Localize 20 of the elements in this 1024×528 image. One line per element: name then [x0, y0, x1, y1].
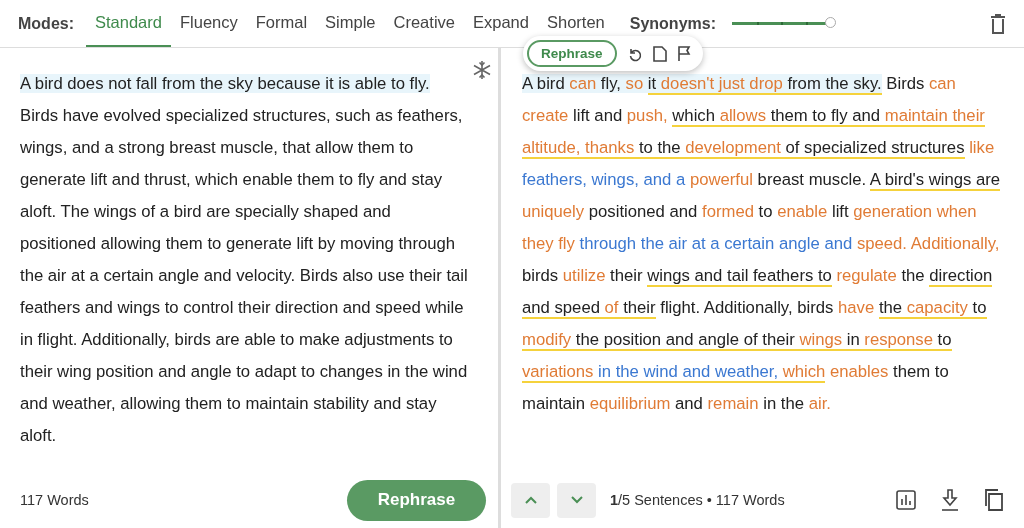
mode-tab[interactable]: Simple	[316, 0, 385, 47]
mode-tab[interactable]: Fluency	[170, 0, 247, 47]
chevron-down-icon	[570, 496, 583, 504]
rephrase-sentence-button[interactable]: Rephrase	[527, 40, 617, 67]
input-text[interactable]: A bird does not fall from the sky because it is able to fly. Birds have evolved specialized structures, such as feathers, wings, and a strong breast muscle, that allow them to generate lift and thrust, which enable them to fly and stay aloft. The wings of a bird are specially shaped and positioned allowing them to generate lift by moving through the air at a certain angle and velocity. Birds also use their tail feathers and wings to control their direction and speed while in flight. Additionally, birds are able to make adjustments to their wing position and angle to adapt to changes in the wind and weather, allowing them to maintain stability and stay aloft.	[0, 48, 498, 472]
download-icon[interactable]	[941, 489, 959, 511]
word-count: 117 Words	[20, 492, 89, 508]
mode-tab[interactable]: Creative	[384, 0, 464, 47]
mode-tab[interactable]: Formal	[246, 0, 317, 47]
flag-icon[interactable]	[676, 45, 691, 62]
copy-icon[interactable]	[984, 489, 1004, 511]
bar-chart-icon[interactable]	[896, 490, 916, 510]
sentence-stats: 1/5 Sentences • 117 Words	[610, 492, 785, 508]
mode-tab[interactable]: Standard	[86, 0, 171, 47]
synonyms-label: Synonyms:	[629, 14, 716, 33]
document-icon[interactable]	[652, 45, 667, 62]
snowflake-icon[interactable]	[472, 60, 492, 80]
chevron-up-icon	[524, 496, 537, 504]
modes-label: Modes:	[18, 14, 74, 33]
trash-icon[interactable]	[990, 13, 1006, 34]
